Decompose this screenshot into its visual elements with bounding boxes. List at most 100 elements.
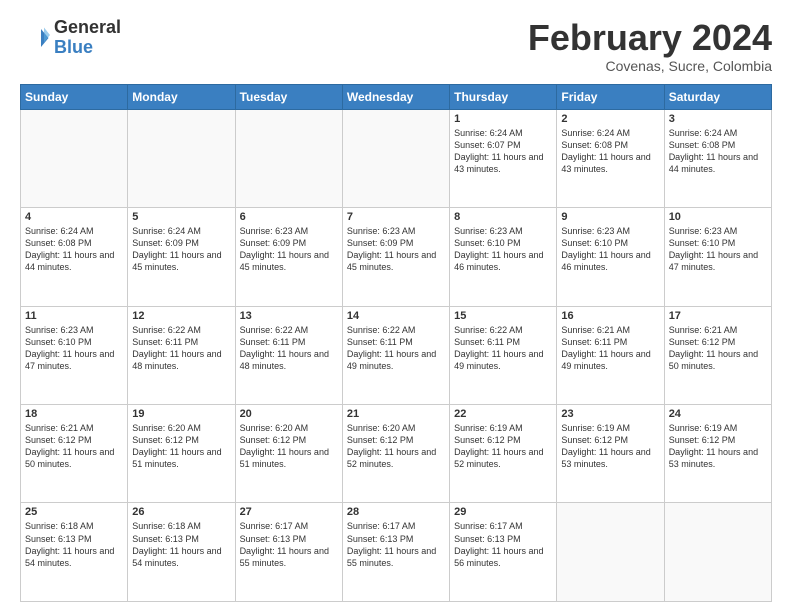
weekday-header: Saturday xyxy=(664,84,771,109)
day-detail: Sunrise: 6:17 AM Sunset: 6:13 PM Dayligh… xyxy=(454,520,552,569)
calendar-cell: 7 Sunrise: 6:23 AM Sunset: 6:09 PM Daylig… xyxy=(342,208,449,306)
day-number: 14 xyxy=(347,310,445,322)
day-number: 24 xyxy=(669,408,767,420)
day-detail: Sunrise: 6:18 AM Sunset: 6:13 PM Dayligh… xyxy=(25,520,123,569)
day-number: 22 xyxy=(454,408,552,420)
day-detail: Sunrise: 6:19 AM Sunset: 6:12 PM Dayligh… xyxy=(454,422,552,471)
day-number: 29 xyxy=(454,506,552,518)
day-detail: Sunrise: 6:24 AM Sunset: 6:07 PM Dayligh… xyxy=(454,127,552,176)
calendar-cell: 6 Sunrise: 6:23 AM Sunset: 6:09 PM Daylig… xyxy=(235,208,342,306)
week-row: 25 Sunrise: 6:18 AM Sunset: 6:13 PM Dayli… xyxy=(21,503,772,602)
calendar-cell: 20 Sunrise: 6:20 AM Sunset: 6:12 PM Dayli… xyxy=(235,405,342,503)
day-detail: Sunrise: 6:22 AM Sunset: 6:11 PM Dayligh… xyxy=(454,324,552,373)
day-number: 7 xyxy=(347,211,445,223)
calendar-cell: 26Sunrise: 6:18 AM Sunset: 6:13 PM Dayli… xyxy=(128,503,235,602)
day-detail: Sunrise: 6:23 AM Sunset: 6:10 PM Dayligh… xyxy=(561,225,659,274)
calendar-cell xyxy=(128,109,235,207)
day-detail: Sunrise: 6:17 AM Sunset: 6:13 PM Dayligh… xyxy=(347,520,445,569)
week-row: 11 Sunrise: 6:23 AM Sunset: 6:10 PM Dayli… xyxy=(21,306,772,404)
day-detail: Sunrise: 6:21 AM Sunset: 6:12 PM Dayligh… xyxy=(25,422,123,471)
weekday-header: Monday xyxy=(128,84,235,109)
day-detail: Sunrise: 6:21 AM Sunset: 6:11 PM Dayligh… xyxy=(561,324,659,373)
calendar-cell: 2Sunrise: 6:24 AM Sunset: 6:08 PM Daylig… xyxy=(557,109,664,207)
day-number: 10 xyxy=(669,211,767,223)
calendar-cell xyxy=(235,109,342,207)
month-title: February 2024 xyxy=(528,18,772,58)
calendar-cell xyxy=(342,109,449,207)
calendar-cell: 28Sunrise: 6:17 AM Sunset: 6:13 PM Dayli… xyxy=(342,503,449,602)
day-detail: Sunrise: 6:23 AM Sunset: 6:09 PM Dayligh… xyxy=(240,225,338,274)
logo-icon xyxy=(20,23,50,53)
day-number: 15 xyxy=(454,310,552,322)
day-number: 8 xyxy=(454,211,552,223)
day-detail: Sunrise: 6:21 AM Sunset: 6:12 PM Dayligh… xyxy=(669,324,767,373)
day-detail: Sunrise: 6:20 AM Sunset: 6:12 PM Dayligh… xyxy=(132,422,230,471)
calendar-cell: 13 Sunrise: 6:22 AM Sunset: 6:11 PM Dayli… xyxy=(235,306,342,404)
calendar-cell: 10 Sunrise: 6:23 AM Sunset: 6:10 PM Dayli… xyxy=(664,208,771,306)
calendar-cell: 1Sunrise: 6:24 AM Sunset: 6:07 PM Daylig… xyxy=(450,109,557,207)
calendar-cell xyxy=(21,109,128,207)
day-detail: Sunrise: 6:24 AM Sunset: 6:08 PM Dayligh… xyxy=(25,225,123,274)
weekday-header: Tuesday xyxy=(235,84,342,109)
calendar-cell: 25 Sunrise: 6:18 AM Sunset: 6:13 PM Dayli… xyxy=(21,503,128,602)
calendar-cell: 3 Sunrise: 6:24 AM Sunset: 6:08 PM Daylig… xyxy=(664,109,771,207)
title-block: February 2024 Covenas, Sucre, Colombia xyxy=(528,18,772,74)
day-number: 16 xyxy=(561,310,659,322)
location: Covenas, Sucre, Colombia xyxy=(528,58,772,74)
day-detail: Sunrise: 6:23 AM Sunset: 6:10 PM Dayligh… xyxy=(669,225,767,274)
day-number: 5 xyxy=(132,211,230,223)
calendar-cell: 18 Sunrise: 6:21 AM Sunset: 6:12 PM Dayli… xyxy=(21,405,128,503)
day-number: 20 xyxy=(240,408,338,420)
day-number: 4 xyxy=(25,211,123,223)
logo-blue: Blue xyxy=(54,37,93,57)
calendar-cell: 29 Sunrise: 6:17 AM Sunset: 6:13 PM Dayli… xyxy=(450,503,557,602)
weekday-header: Wednesday xyxy=(342,84,449,109)
day-number: 11 xyxy=(25,310,123,322)
day-number: 23 xyxy=(561,408,659,420)
calendar-cell: 16 Sunrise: 6:21 AM Sunset: 6:11 PM Dayli… xyxy=(557,306,664,404)
day-detail: Sunrise: 6:20 AM Sunset: 6:12 PM Dayligh… xyxy=(240,422,338,471)
day-detail: Sunrise: 6:24 AM Sunset: 6:08 PM Dayligh… xyxy=(669,127,767,176)
day-number: 12 xyxy=(132,310,230,322)
calendar-cell: 21 Sunrise: 6:20 AM Sunset: 6:12 PM Dayli… xyxy=(342,405,449,503)
calendar-cell: 17Sunrise: 6:21 AM Sunset: 6:12 PM Dayli… xyxy=(664,306,771,404)
calendar-cell: 9 Sunrise: 6:23 AM Sunset: 6:10 PM Daylig… xyxy=(557,208,664,306)
day-number: 18 xyxy=(25,408,123,420)
calendar-cell: 12 Sunrise: 6:22 AM Sunset: 6:11 PM Dayli… xyxy=(128,306,235,404)
day-number: 25 xyxy=(25,506,123,518)
calendar-cell: 22 Sunrise: 6:19 AM Sunset: 6:12 PM Dayli… xyxy=(450,405,557,503)
week-row: 4 Sunrise: 6:24 AM Sunset: 6:08 PM Daylig… xyxy=(21,208,772,306)
calendar-cell: 11 Sunrise: 6:23 AM Sunset: 6:10 PM Dayli… xyxy=(21,306,128,404)
day-detail: Sunrise: 6:23 AM Sunset: 6:10 PM Dayligh… xyxy=(25,324,123,373)
day-detail: Sunrise: 6:17 AM Sunset: 6:13 PM Dayligh… xyxy=(240,520,338,569)
logo-general: General xyxy=(54,17,121,37)
calendar-cell: 23 Sunrise: 6:19 AM Sunset: 6:12 PM Dayli… xyxy=(557,405,664,503)
day-number: 26 xyxy=(132,506,230,518)
calendar-cell: 8 Sunrise: 6:23 AM Sunset: 6:10 PM Daylig… xyxy=(450,208,557,306)
day-number: 3 xyxy=(669,113,767,125)
page: General Blue February 2024 Covenas, Sucr… xyxy=(0,0,792,612)
calendar-cell: 19 Sunrise: 6:20 AM Sunset: 6:12 PM Dayli… xyxy=(128,405,235,503)
day-number: 19 xyxy=(132,408,230,420)
weekday-header: Sunday xyxy=(21,84,128,109)
day-number: 27 xyxy=(240,506,338,518)
day-detail: Sunrise: 6:23 AM Sunset: 6:09 PM Dayligh… xyxy=(347,225,445,274)
day-number: 6 xyxy=(240,211,338,223)
day-detail: Sunrise: 6:23 AM Sunset: 6:10 PM Dayligh… xyxy=(454,225,552,274)
weekday-header: Friday xyxy=(557,84,664,109)
week-row: 1Sunrise: 6:24 AM Sunset: 6:07 PM Daylig… xyxy=(21,109,772,207)
day-detail: Sunrise: 6:22 AM Sunset: 6:11 PM Dayligh… xyxy=(240,324,338,373)
day-number: 21 xyxy=(347,408,445,420)
calendar-cell: 4 Sunrise: 6:24 AM Sunset: 6:08 PM Daylig… xyxy=(21,208,128,306)
day-number: 13 xyxy=(240,310,338,322)
day-detail: Sunrise: 6:19 AM Sunset: 6:12 PM Dayligh… xyxy=(561,422,659,471)
day-detail: Sunrise: 6:22 AM Sunset: 6:11 PM Dayligh… xyxy=(132,324,230,373)
day-number: 9 xyxy=(561,211,659,223)
calendar-cell xyxy=(557,503,664,602)
day-detail: Sunrise: 6:20 AM Sunset: 6:12 PM Dayligh… xyxy=(347,422,445,471)
week-row: 18 Sunrise: 6:21 AM Sunset: 6:12 PM Dayli… xyxy=(21,405,772,503)
logo: General Blue xyxy=(20,18,121,58)
day-detail: Sunrise: 6:24 AM Sunset: 6:08 PM Dayligh… xyxy=(561,127,659,176)
calendar-cell: 24Sunrise: 6:19 AM Sunset: 6:12 PM Dayli… xyxy=(664,405,771,503)
logo-text: General Blue xyxy=(54,18,121,58)
